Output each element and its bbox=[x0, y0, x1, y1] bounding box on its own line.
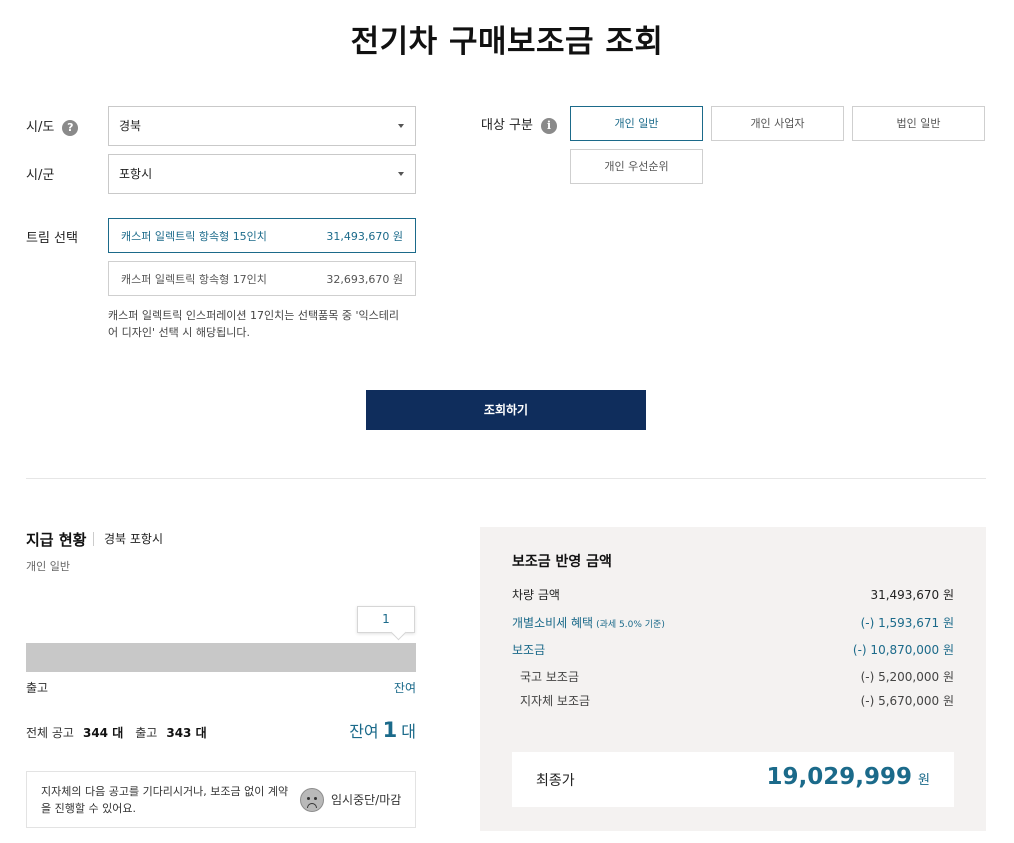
final-price: 19,029,999 원 bbox=[767, 764, 930, 790]
remaining-unit: 대 bbox=[401, 722, 416, 741]
status-region: 경북 포항시 bbox=[104, 532, 164, 546]
target-option-individual[interactable]: 개인 일반 bbox=[570, 106, 703, 141]
summary-title: 보조금 반영 금액 bbox=[512, 554, 612, 570]
help-icon[interactable]: ? bbox=[62, 119, 79, 136]
alert-text: 지자체의 다음 공고를 기다리시거나, 보조금 없이 계약을 진행할 수 있어요… bbox=[41, 785, 289, 815]
national-subsidy-value: (-) 5,200,000 원 bbox=[860, 670, 954, 684]
city-select-value: 포항시 bbox=[119, 167, 153, 181]
subsidy-row: 보조금 (-) 10,870,000 원 bbox=[512, 641, 954, 658]
trim-price: 31,493,670 원 bbox=[326, 229, 403, 243]
local-subsidy-label: 지자체 보조금 bbox=[520, 694, 591, 708]
total-label: 전체 공고 bbox=[26, 726, 74, 740]
released-value: 343 대 bbox=[166, 726, 207, 740]
remaining-prefix: 잔여 bbox=[349, 722, 379, 741]
alert-status: 임시중단/마감 bbox=[331, 793, 402, 807]
remaining-number: 1 bbox=[382, 718, 398, 742]
vehicle-price-label: 차량 금액 bbox=[512, 588, 560, 602]
national-subsidy-label: 국고 보조금 bbox=[520, 670, 580, 684]
trim-price: 32,693,670 원 bbox=[326, 272, 403, 286]
progress-bar bbox=[26, 643, 416, 672]
caret-down-icon bbox=[398, 124, 404, 128]
city-select[interactable]: 포항시 bbox=[108, 154, 416, 194]
trim-option-2[interactable]: 캐스퍼 일렉트릭 항속형 17인치 32,693,670 원 bbox=[108, 261, 416, 296]
local-subsidy-value: (-) 5,670,000 원 bbox=[860, 694, 954, 708]
region-select[interactable]: 경북 bbox=[108, 106, 416, 146]
vehicle-price-value: 31,493,670 원 bbox=[870, 588, 954, 602]
total-value: 344 대 bbox=[82, 726, 124, 740]
target-label: 대상 구분 i bbox=[481, 114, 557, 134]
sad-face-icon bbox=[300, 788, 324, 812]
remaining-count: 잔여 1 대 bbox=[349, 718, 416, 742]
remaining-label: 잔여 bbox=[393, 681, 416, 695]
page-title: 전기차 구매보조금 조회 bbox=[350, 24, 664, 60]
final-price-box: 최종가 19,029,999 원 bbox=[512, 752, 954, 807]
national-subsidy-row: 국고 보조금 (-) 5,200,000 원 bbox=[520, 668, 954, 685]
vehicle-price-row: 차량 금액 31,493,670 원 bbox=[512, 586, 954, 603]
trim-label: 트림 선택 bbox=[26, 231, 78, 246]
tax-benefit-note: (과세 5.0% 기준) bbox=[596, 620, 665, 630]
status-type: 개인 일반 bbox=[26, 560, 70, 573]
divider bbox=[26, 478, 986, 479]
status-separator bbox=[93, 532, 94, 546]
target-label-text: 대상 구분 bbox=[481, 118, 533, 133]
trim-option-1[interactable]: 캐스퍼 일렉트릭 항속형 15인치 31,493,670 원 bbox=[108, 218, 416, 253]
subsidy-alert: 지자체의 다음 공고를 기다리시거나, 보조금 없이 계약을 진행할 수 있어요… bbox=[26, 771, 416, 828]
final-price-unit: 원 bbox=[918, 773, 930, 788]
final-price-label: 최종가 bbox=[536, 773, 575, 789]
tax-benefit-label: 개별소비세 혜택 bbox=[512, 616, 594, 630]
status-title: 지급 현황 bbox=[26, 531, 87, 549]
subsidy-value: (-) 10,870,000 원 bbox=[852, 643, 954, 657]
city-label: 시/군 bbox=[26, 168, 55, 183]
trim-name: 캐스퍼 일렉트릭 항속형 15인치 bbox=[121, 229, 267, 243]
tax-benefit-row: 개별소비세 혜택 (과세 5.0% 기준) (-) 1,593,671 원 bbox=[512, 614, 954, 631]
subsidy-summary-panel: 보조금 반영 금액 차량 금액 31,493,670 원 개별소비세 혜택 (과세… bbox=[480, 527, 986, 831]
target-option-priority[interactable]: 개인 우선순위 bbox=[570, 149, 703, 184]
final-price-value: 19,029,999 bbox=[766, 764, 913, 790]
tax-benefit-value: (-) 1,593,671 원 bbox=[860, 616, 954, 630]
count-summary: 전체 공고 344 대 출고 343 대 bbox=[26, 724, 219, 741]
trim-name: 캐스퍼 일렉트릭 항속형 17인치 bbox=[121, 272, 267, 286]
local-subsidy-row: 지자체 보조금 (-) 5,670,000 원 bbox=[520, 692, 954, 709]
region-label-text: 시/도 bbox=[26, 120, 55, 135]
region-label: 시/도? bbox=[26, 116, 79, 136]
target-option-business[interactable]: 개인 사업자 bbox=[711, 106, 844, 141]
trim-note: 캐스퍼 일렉트릭 인스퍼레이션 17인치는 선택품목 중 '익스테리어 디자인'… bbox=[108, 309, 399, 339]
remaining-tooltip: 1 bbox=[357, 606, 415, 633]
caret-down-icon bbox=[398, 172, 404, 176]
info-icon[interactable]: i bbox=[540, 117, 557, 134]
region-select-value: 경북 bbox=[119, 119, 142, 133]
subsidy-label: 보조금 bbox=[512, 643, 546, 657]
released-label: 출고 bbox=[26, 681, 49, 695]
released-count-label: 출고 bbox=[135, 726, 158, 740]
target-option-corporate[interactable]: 법인 일반 bbox=[852, 106, 985, 141]
search-button[interactable]: 조회하기 bbox=[366, 390, 646, 430]
